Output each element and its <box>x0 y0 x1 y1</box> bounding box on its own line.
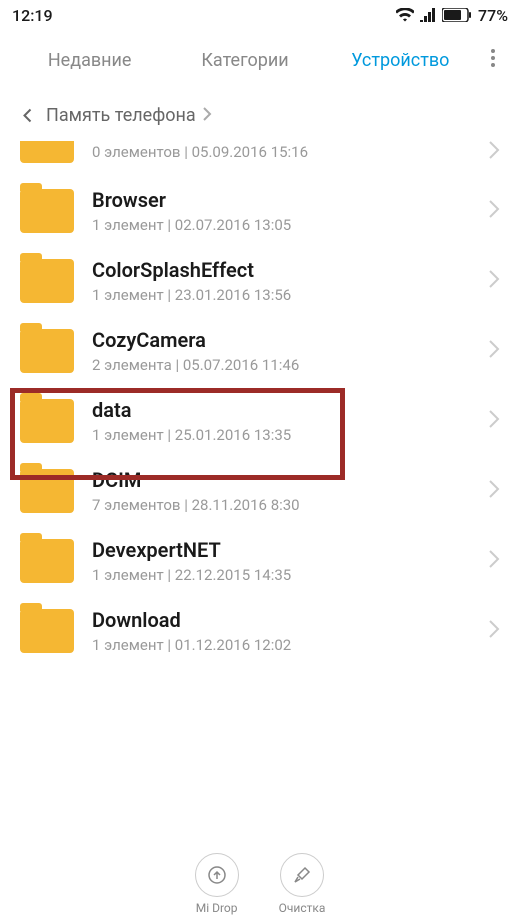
file-info: DevexpertNET 1 элемент | 22.12.2015 14:3… <box>92 538 488 584</box>
file-meta: 0 элементов | 05.09.2016 15:16 <box>92 143 488 161</box>
wifi-icon <box>396 8 414 22</box>
list-item[interactable]: Download 1 элемент | 01.12.2016 12:02 <box>0 596 520 666</box>
chevron-right-icon <box>488 549 500 573</box>
list-item[interactable]: 0 элементов | 05.09.2016 15:16 <box>0 140 520 176</box>
file-meta: 1 элемент | 23.01.2016 13:56 <box>92 286 488 304</box>
battery-percentage: 77% <box>478 6 508 25</box>
signal-icon <box>420 8 436 22</box>
file-name: DevexpertNET <box>92 538 488 562</box>
file-name: ColorSplashEffect <box>92 258 488 282</box>
battery-icon <box>442 8 472 22</box>
tab-categories[interactable]: Категории <box>167 50 322 71</box>
file-meta: 1 элемент | 01.12.2016 12:02 <box>92 636 488 654</box>
folder-icon <box>20 189 74 233</box>
bottom-bar: Mi Drop Очистка <box>0 844 520 924</box>
folder-icon <box>20 141 74 163</box>
file-name: CozyCamera <box>92 328 488 352</box>
action-label: Очистка <box>279 901 326 915</box>
folder-icon <box>20 609 74 653</box>
file-info: CozyCamera 2 элемента | 05.07.2016 11:46 <box>92 328 488 374</box>
file-info: 0 элементов | 05.09.2016 15:16 <box>92 143 488 161</box>
file-name: DCIM <box>92 468 488 492</box>
file-meta: 1 элемент | 22.12.2015 14:35 <box>92 566 488 584</box>
tab-recent[interactable]: Недавние <box>12 50 167 71</box>
folder-icon <box>20 539 74 583</box>
cleanup-button[interactable]: Очистка <box>279 853 326 915</box>
action-label: Mi Drop <box>196 901 238 915</box>
midrop-button[interactable]: Mi Drop <box>195 853 239 915</box>
file-meta: 2 элемента | 05.07.2016 11:46 <box>92 356 488 374</box>
chevron-right-icon <box>488 409 500 433</box>
breadcrumb-label: Память телефона <box>46 105 196 126</box>
file-info: Download 1 элемент | 01.12.2016 12:02 <box>92 608 488 654</box>
file-meta: 1 элемент | 02.07.2016 13:05 <box>92 216 488 234</box>
file-info: data 1 элемент | 25.01.2016 13:35 <box>92 398 488 444</box>
list-item[interactable]: data 1 элемент | 25.01.2016 13:35 <box>0 386 520 456</box>
chevron-right-icon <box>488 479 500 503</box>
status-icons: 77% <box>396 6 508 25</box>
chevron-right-icon <box>488 140 500 164</box>
chevron-right-icon <box>488 619 500 643</box>
file-meta: 1 элемент | 25.01.2016 13:35 <box>92 426 488 444</box>
file-list: 0 элементов | 05.09.2016 15:16 Browser 1… <box>0 140 520 666</box>
file-meta: 7 элементов | 28.11.2016 8:30 <box>92 496 488 514</box>
file-name: data <box>92 398 488 422</box>
file-name: Browser <box>92 188 488 212</box>
upload-icon <box>195 853 239 897</box>
chevron-right-icon <box>488 339 500 363</box>
list-item[interactable]: Browser 1 элемент | 02.07.2016 13:05 <box>0 176 520 246</box>
file-info: DCIM 7 элементов | 28.11.2016 8:30 <box>92 468 488 514</box>
tab-device[interactable]: Устройство <box>323 50 478 71</box>
file-name: Download <box>92 608 488 632</box>
folder-icon <box>20 399 74 443</box>
file-info: ColorSplashEffect 1 элемент | 23.01.2016… <box>92 258 488 304</box>
status-bar: 12:19 77% <box>0 0 520 30</box>
chevron-right-icon <box>488 269 500 293</box>
brush-icon <box>280 853 324 897</box>
list-item[interactable]: DevexpertNET 1 элемент | 22.12.2015 14:3… <box>0 526 520 596</box>
folder-icon <box>20 469 74 513</box>
status-time: 12:19 <box>12 6 53 25</box>
list-item[interactable]: ColorSplashEffect 1 элемент | 23.01.2016… <box>0 246 520 316</box>
chevron-down-icon <box>17 108 38 122</box>
chevron-right-icon <box>488 199 500 223</box>
more-menu-button[interactable] <box>478 49 508 71</box>
breadcrumb[interactable]: Память телефона <box>0 90 520 140</box>
top-tabs: Недавние Категории Устройство <box>0 30 520 90</box>
list-item[interactable]: DCIM 7 элементов | 28.11.2016 8:30 <box>0 456 520 526</box>
folder-icon <box>20 329 74 373</box>
chevron-right-icon <box>202 105 212 126</box>
folder-icon <box>20 259 74 303</box>
list-item[interactable]: CozyCamera 2 элемента | 05.07.2016 11:46 <box>0 316 520 386</box>
file-info: Browser 1 элемент | 02.07.2016 13:05 <box>92 188 488 234</box>
